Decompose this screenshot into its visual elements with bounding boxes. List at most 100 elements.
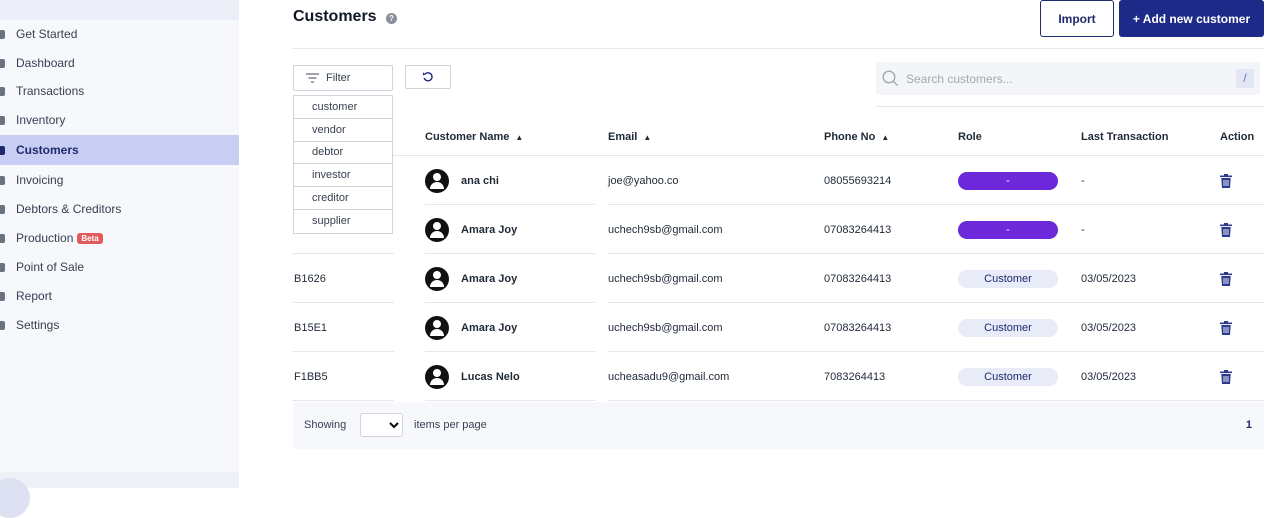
customer-email: uchech9sb@gmail.com (608, 223, 723, 236)
role-cell: Customer (958, 254, 1058, 303)
sidebar-item-report[interactable]: Report (0, 281, 239, 311)
customer-phone: 7083264413 (824, 370, 886, 383)
col-header-label: Phone No (824, 131, 876, 143)
col-header-label: Customer Name (425, 131, 510, 143)
refresh-icon (422, 72, 433, 82)
nav-icon (0, 291, 5, 301)
page-title: Customers (293, 8, 377, 25)
role-cell: Customer (958, 303, 1058, 352)
sort-asc-icon[interactable]: ▲ (515, 133, 523, 142)
search-shortcut-key: / (1236, 69, 1254, 88)
table-footer: Showing items per page 1 (293, 402, 1264, 449)
sidebar-item-debtors-creditors[interactable]: Debtors & Creditors (0, 194, 239, 224)
filter-option-debtor[interactable]: debtor (294, 142, 392, 165)
nav-icon (0, 233, 5, 243)
sidebar-item-transactions[interactable]: Transactions (0, 76, 239, 106)
last-transaction: 03/05/2023 (1081, 272, 1137, 285)
customer-email: ucheasadu9@gmail.com (608, 370, 730, 383)
row-divider (425, 400, 595, 401)
delete-icon[interactable] (1220, 156, 1232, 205)
reset-filter-button[interactable] (405, 65, 451, 89)
delete-icon[interactable] (1220, 254, 1232, 303)
nav-icon (0, 204, 5, 214)
table-row[interactable]: B1626 Amara Joy uchech9sb@gmail.com 0708326… (293, 254, 1264, 303)
sort-asc-icon[interactable]: ▲ (881, 133, 889, 142)
col-header-label: Last Transaction (1081, 131, 1169, 143)
filter-label: Filter (326, 72, 351, 84)
filter-icon (306, 73, 319, 83)
customer-phone: 07083264413 (824, 223, 892, 236)
role-badge: - (958, 171, 1058, 190)
table-row[interactable]: F1BB5 Lucas Nelo ucheasadu9@gmail.com 70832… (293, 352, 1264, 401)
role-badge: Customer (958, 367, 1058, 386)
col-header-label: Role (958, 131, 982, 143)
sort-asc-icon[interactable]: ▲ (643, 133, 651, 142)
customer-name-cell: ana chi (425, 156, 499, 205)
filter-dropdown: customer vendor debtor investor creditor supp… (293, 95, 393, 234)
sidebar-item-get-started[interactable]: Get Started (0, 19, 239, 49)
col-header-phone[interactable]: Phone No ▲ (824, 131, 889, 143)
last-transaction: - (1081, 223, 1085, 236)
sidebar-item-dashboard[interactable]: Dashboard (0, 48, 239, 78)
filter-option-supplier[interactable]: supplier (294, 210, 392, 233)
sidebar-item-inventory[interactable]: Inventory (0, 105, 239, 135)
sidebar-top-strip (0, 0, 239, 20)
beta-badge: Beta (77, 232, 103, 244)
customer-email: uchech9sb@gmail.com (608, 321, 723, 334)
search-input[interactable] (906, 71, 1226, 86)
add-customer-button[interactable]: + Add new customer (1119, 0, 1264, 37)
role-cell: Customer (958, 352, 1058, 401)
filter-option-creditor[interactable]: creditor (294, 187, 392, 210)
table-row[interactable]: B1697Amara Joyuchech9sb@gmail.com0708326… (293, 205, 1264, 254)
sidebar-item-label: Settings (16, 318, 60, 332)
delete-icon[interactable] (1220, 303, 1232, 352)
sidebar-item-customers[interactable]: Customers (0, 135, 239, 165)
sidebar: Get Started Dashboard Transactions Inventor… (0, 0, 239, 518)
table-row[interactable]: ana chi joe@yahoo.co 08055693214 - - (293, 156, 1264, 205)
delete-icon[interactable] (1220, 352, 1232, 401)
header-divider (293, 48, 1264, 49)
filter-option-investor[interactable]: investor (294, 164, 392, 188)
customer-name[interactable]: Lucas Nelo (461, 371, 520, 383)
customer-name[interactable]: ana chi (461, 175, 499, 187)
customer-phone: 07083264413 (824, 272, 892, 285)
avatar-icon (425, 266, 449, 291)
sidebar-item-invoicing[interactable]: Invoicing (0, 165, 239, 195)
sidebar-item-point-of-sale[interactable]: Point of Sale (0, 252, 239, 282)
sidebar-item-label: Report (16, 289, 53, 303)
sidebar-item-production[interactable]: Production Beta (0, 223, 239, 253)
help-icon[interactable]: ? (386, 13, 397, 24)
nav-icon (0, 86, 5, 96)
filter-option-customer[interactable]: customer (294, 96, 392, 119)
role-cell: - (958, 205, 1058, 254)
nav-icon (0, 145, 5, 155)
customer-name[interactable]: Amara Joy (461, 273, 517, 285)
customer-id: F1BB5 (294, 370, 328, 383)
customer-name[interactable]: Amara Joy (461, 322, 517, 334)
filter-button[interactable]: Filter (293, 65, 393, 91)
role-badge: Customer (958, 318, 1058, 337)
last-transaction: 03/05/2023 (1081, 370, 1137, 383)
items-per-page-select[interactable] (360, 413, 403, 437)
import-button[interactable]: Import (1040, 0, 1114, 37)
showing-label: Showing (304, 419, 347, 431)
col-header-label: Action (1220, 131, 1255, 143)
col-header-email[interactable]: Email ▲ (608, 131, 651, 143)
nav-icon (0, 262, 5, 272)
customer-name-cell: Amara Joy (425, 303, 517, 352)
sidebar-item-label: Debtors & Creditors (16, 202, 122, 216)
items-per-page-label: items per page (414, 419, 487, 431)
table-row[interactable]: B15E1 Amara Joy uchech9sb@gmail.com 0708326… (293, 303, 1264, 352)
avatar-icon (425, 217, 449, 242)
sidebar-item-label: Transactions (16, 84, 85, 98)
col-header-label: Email (608, 131, 638, 143)
customer-email: uchech9sb@gmail.com (608, 272, 723, 285)
col-header-customer-name[interactable]: Customer Name ▲ (425, 131, 523, 143)
delete-icon[interactable] (1220, 205, 1232, 254)
filter-option-vendor[interactable]: vendor (294, 119, 392, 142)
last-transaction: - (1081, 174, 1085, 187)
avatar-icon (425, 364, 449, 389)
sidebar-item-settings[interactable]: Settings (0, 310, 239, 340)
customer-name[interactable]: Amara Joy (461, 224, 517, 236)
page-number[interactable]: 1 (1246, 419, 1252, 431)
